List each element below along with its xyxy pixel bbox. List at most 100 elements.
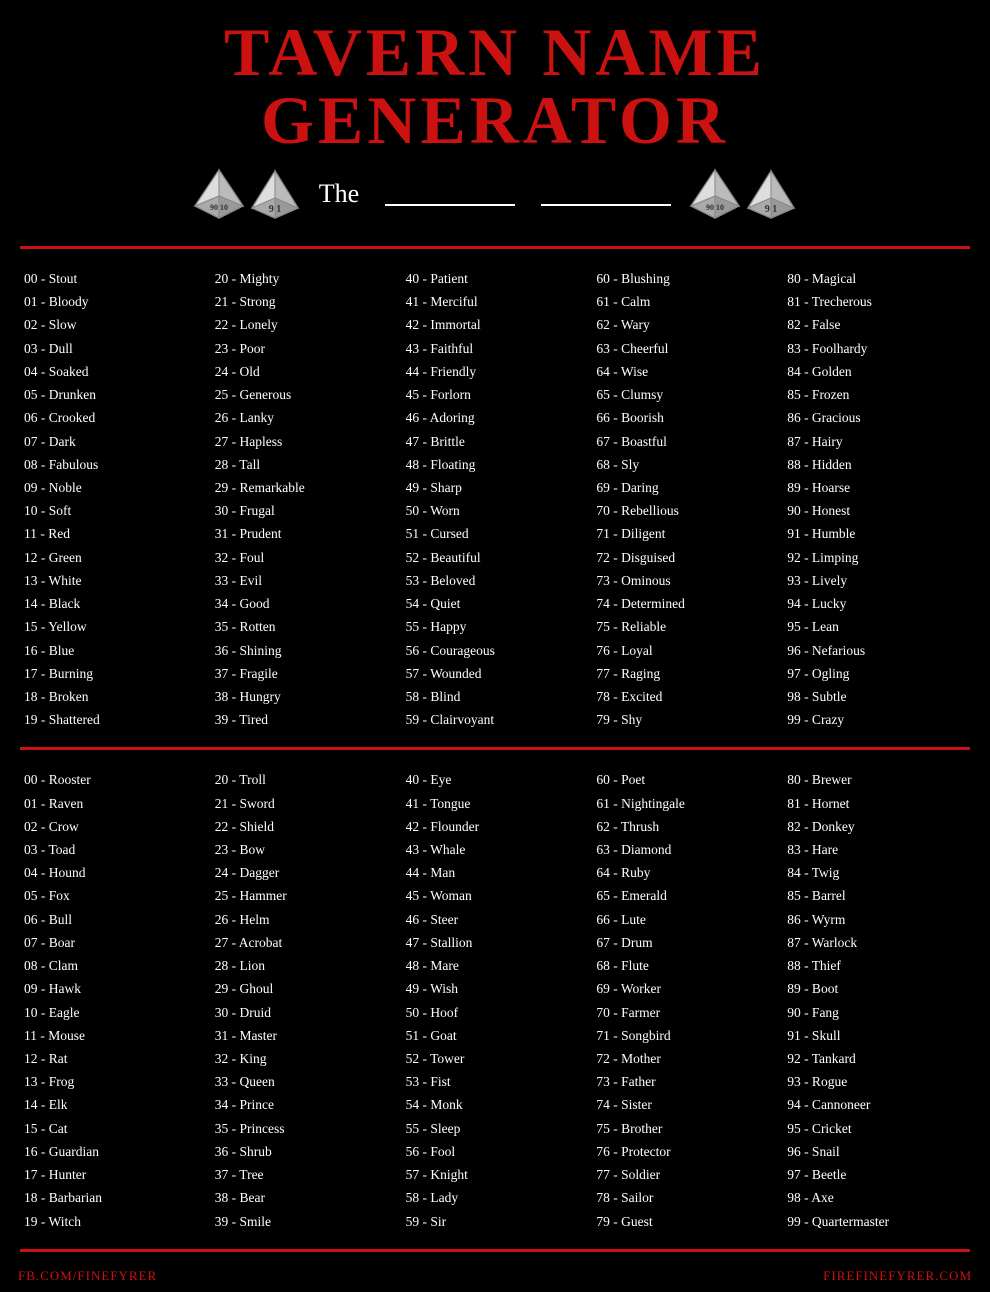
noun-entry: 57 - Knight: [406, 1163, 585, 1186]
noun-entry: 22 - Shield: [215, 815, 394, 838]
adjectives-section: 00 - Stout01 - Bloody02 - Slow03 - Dull0…: [0, 259, 990, 737]
nouns-section: 00 - Rooster01 - Raven02 - Crow03 - Toad…: [0, 760, 990, 1238]
adjective-entry: 19 - Shattered: [24, 708, 203, 731]
noun-entry: 00 - Rooster: [24, 768, 203, 791]
adjective-entry: 57 - Wounded: [406, 662, 585, 685]
the-label: The: [319, 179, 359, 209]
svg-text:90 10: 90 10: [210, 203, 228, 212]
adjective-entry: 25 - Generous: [215, 383, 394, 406]
adjective-entry: 45 - Forlorn: [406, 383, 585, 406]
noun-blank[interactable]: [541, 182, 671, 206]
noun-entry: 77 - Soldier: [596, 1163, 775, 1186]
adjective-entry: 80 - Magical: [787, 267, 966, 290]
noun-entry: 13 - Frog: [24, 1070, 203, 1093]
adjective-entry: 69 - Daring: [596, 476, 775, 499]
noun-entry: 33 - Queen: [215, 1070, 394, 1093]
adjective-entry: 31 - Prudent: [215, 522, 394, 545]
noun-entry: 31 - Master: [215, 1024, 394, 1047]
noun-entry: 91 - Skull: [787, 1024, 966, 1047]
adjective-entry: 62 - Wary: [596, 313, 775, 336]
adjective-entry: 50 - Worn: [406, 499, 585, 522]
adjective-entry: 42 - Immortal: [406, 313, 585, 336]
noun-entry: 95 - Cricket: [787, 1117, 966, 1140]
adjective-entry: 49 - Sharp: [406, 476, 585, 499]
adjective-entry: 59 - Clairvoyant: [406, 708, 585, 731]
noun-entry: 72 - Mother: [596, 1047, 775, 1070]
adjective-entry: 47 - Brittle: [406, 430, 585, 453]
die-d100-right: 90 10: [689, 168, 741, 220]
adjective-entry: 33 - Evil: [215, 569, 394, 592]
adjective-entry: 06 - Crooked: [24, 406, 203, 429]
adjective-entry: 68 - Sly: [596, 453, 775, 476]
noun-entry: 08 - Clam: [24, 954, 203, 977]
adjective-entry: 61 - Calm: [596, 290, 775, 313]
noun-entry: 39 - Smile: [215, 1210, 394, 1233]
noun-entry: 48 - Mare: [406, 954, 585, 977]
adjective-entry: 27 - Hapless: [215, 430, 394, 453]
noun-entry: 51 - Goat: [406, 1024, 585, 1047]
noun-entry: 92 - Tankard: [787, 1047, 966, 1070]
die-d10-left: 9 1: [249, 168, 301, 220]
noun-entry: 71 - Songbird: [596, 1024, 775, 1047]
noun-entry: 15 - Cat: [24, 1117, 203, 1140]
noun-entry: 84 - Twig: [787, 861, 966, 884]
adjective-col-2: 40 - Patient41 - Merciful42 - Immortal43…: [400, 265, 591, 733]
noun-entry: 11 - Mouse: [24, 1024, 203, 1047]
noun-entry: 81 - Hornet: [787, 792, 966, 815]
adjective-entry: 64 - Wise: [596, 360, 775, 383]
adjective-entry: 89 - Hoarse: [787, 476, 966, 499]
noun-entry: 58 - Lady: [406, 1186, 585, 1209]
noun-entry: 29 - Ghoul: [215, 977, 394, 1000]
noun-entry: 80 - Brewer: [787, 768, 966, 791]
svg-text:90 10: 90 10: [706, 203, 724, 212]
adjective-entry: 78 - Excited: [596, 685, 775, 708]
adjective-entry: 13 - White: [24, 569, 203, 592]
noun-entry: 44 - Man: [406, 861, 585, 884]
noun-entry: 61 - Nightingale: [596, 792, 775, 815]
noun-entry: 20 - Troll: [215, 768, 394, 791]
noun-entry: 12 - Rat: [24, 1047, 203, 1070]
noun-entry: 28 - Lion: [215, 954, 394, 977]
adjective-entry: 76 - Loyal: [596, 639, 775, 662]
adjective-entry: 39 - Tired: [215, 708, 394, 731]
left-dice: 90 10 9 1: [193, 168, 301, 220]
adjective-entry: 73 - Ominous: [596, 569, 775, 592]
noun-entry: 26 - Helm: [215, 908, 394, 931]
noun-col-3: 60 - Poet61 - Nightingale62 - Thrush63 -…: [590, 766, 781, 1234]
adjective-entry: 55 - Happy: [406, 615, 585, 638]
noun-entry: 38 - Bear: [215, 1186, 394, 1209]
adjective-entry: 97 - Ogling: [787, 662, 966, 685]
noun-entry: 83 - Hare: [787, 838, 966, 861]
noun-entry: 74 - Sister: [596, 1093, 775, 1116]
noun-entry: 18 - Barbarian: [24, 1186, 203, 1209]
adjective-entry: 36 - Shining: [215, 639, 394, 662]
noun-entry: 66 - Lute: [596, 908, 775, 931]
noun-col-1: 20 - Troll21 - Sword22 - Shield23 - Bow2…: [209, 766, 400, 1234]
noun-entry: 10 - Eagle: [24, 1001, 203, 1024]
adjective-entry: 29 - Remarkable: [215, 476, 394, 499]
die-d100-left: 90 10: [193, 168, 245, 220]
noun-entry: 87 - Warlock: [787, 931, 966, 954]
adjective-entry: 56 - Courageous: [406, 639, 585, 662]
adjective-entry: 93 - Lively: [787, 569, 966, 592]
noun-entry: 19 - Witch: [24, 1210, 203, 1233]
adjective-blank[interactable]: [385, 182, 515, 206]
adjective-entry: 52 - Beautiful: [406, 546, 585, 569]
noun-entry: 53 - Fist: [406, 1070, 585, 1093]
noun-entry: 94 - Cannoneer: [787, 1093, 966, 1116]
die-d10-right: 9 1: [745, 168, 797, 220]
noun-entry: 03 - Toad: [24, 838, 203, 861]
noun-entry: 09 - Hawk: [24, 977, 203, 1000]
noun-entry: 82 - Donkey: [787, 815, 966, 838]
adjective-entry: 70 - Rebellious: [596, 499, 775, 522]
adjective-entry: 87 - Hairy: [787, 430, 966, 453]
adjective-entry: 94 - Lucky: [787, 592, 966, 615]
adjective-entry: 20 - Mighty: [215, 267, 394, 290]
adjective-entry: 10 - Soft: [24, 499, 203, 522]
noun-entry: 32 - King: [215, 1047, 394, 1070]
noun-entry: 86 - Wyrm: [787, 908, 966, 931]
adjective-entry: 81 - Trecherous: [787, 290, 966, 313]
middle-divider: [20, 747, 970, 750]
adjective-entry: 03 - Dull: [24, 337, 203, 360]
adjective-entry: 92 - Limping: [787, 546, 966, 569]
